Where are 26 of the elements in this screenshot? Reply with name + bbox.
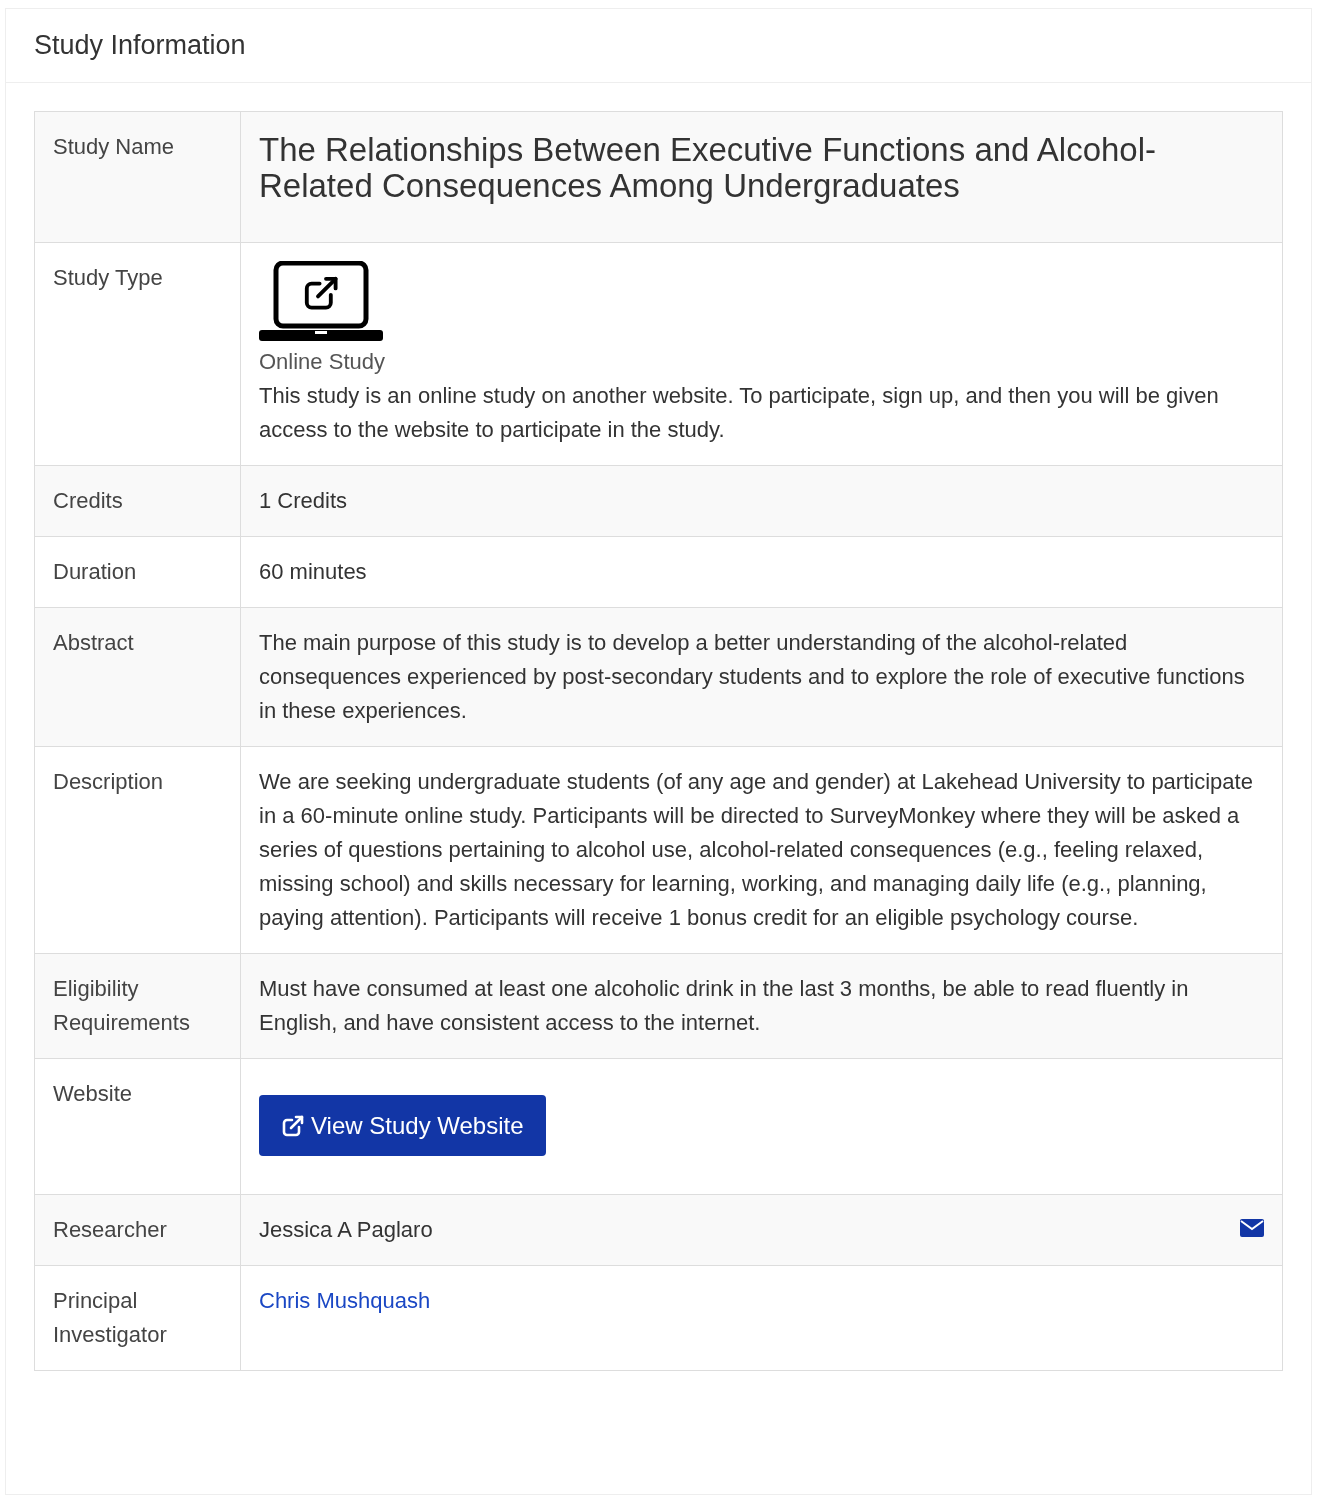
field-label: Study Name [53, 134, 175, 159]
field-label: Duration [53, 559, 137, 584]
field-value: The main purpose of this study is to develop a better understanding of the alcohol-related consequences experienced by post-secondary students and to explore the role of executive functions in these experiences. [259, 629, 1246, 725]
field-value: We are seeking undergraduate students (of any age and gender) at Lakehead University to participate in a 60-minute online study. Participants will be directed to SurveyMonkey where they will be asked a series of questions pertaining to alcohol use, alcohol-related consequences (e.g., feeling relaxed, missing school) and skills necessary for learning, working, and managing daily life (e.g., planning, paying attention). Participants will receive 1 bonus credit for an eligible psychology course. [259, 768, 1254, 932]
external-link-icon [281, 1113, 305, 1138]
field-label: Principal Investigator [53, 1288, 167, 1347]
laptop-icon [259, 261, 383, 343]
study-title: The Relationships Between Executive Functions and Alcohol-Related Consequences Among Undergraduates [259, 132, 1157, 204]
field-value: Must have consumed at least one alcoholic drink in the last 3 months, be able to read fluently in English, and have consistent access to the internet. [259, 975, 1190, 1037]
investigator-link[interactable]: Chris Mushquash [259, 1288, 431, 1313]
email-icon[interactable] [1240, 1219, 1264, 1237]
view-website-button[interactable]: View Study Website [259, 1095, 546, 1156]
field-label: Eligibility Requirements [53, 976, 190, 1035]
field-label: Website [53, 1081, 133, 1106]
study-type-name: Online Study [259, 348, 385, 376]
field-label: Researcher [53, 1217, 167, 1242]
field-value: 60 minutes [259, 558, 368, 586]
study-type-description: This study is an online study on another website. To participate, sign up, and then you will be given access to the website to participate in the study. [259, 382, 1220, 444]
field-label: Credits [53, 488, 123, 513]
field-label: Description [53, 769, 164, 794]
field-label: Abstract [53, 630, 134, 655]
researcher-name: Jessica A Paglaro [259, 1216, 433, 1244]
button-label: View Study Website [311, 1110, 524, 1141]
field-label: Study Type [53, 265, 163, 290]
panel-title: Study Information [34, 29, 246, 63]
field-value: 1 Credits [259, 487, 349, 515]
